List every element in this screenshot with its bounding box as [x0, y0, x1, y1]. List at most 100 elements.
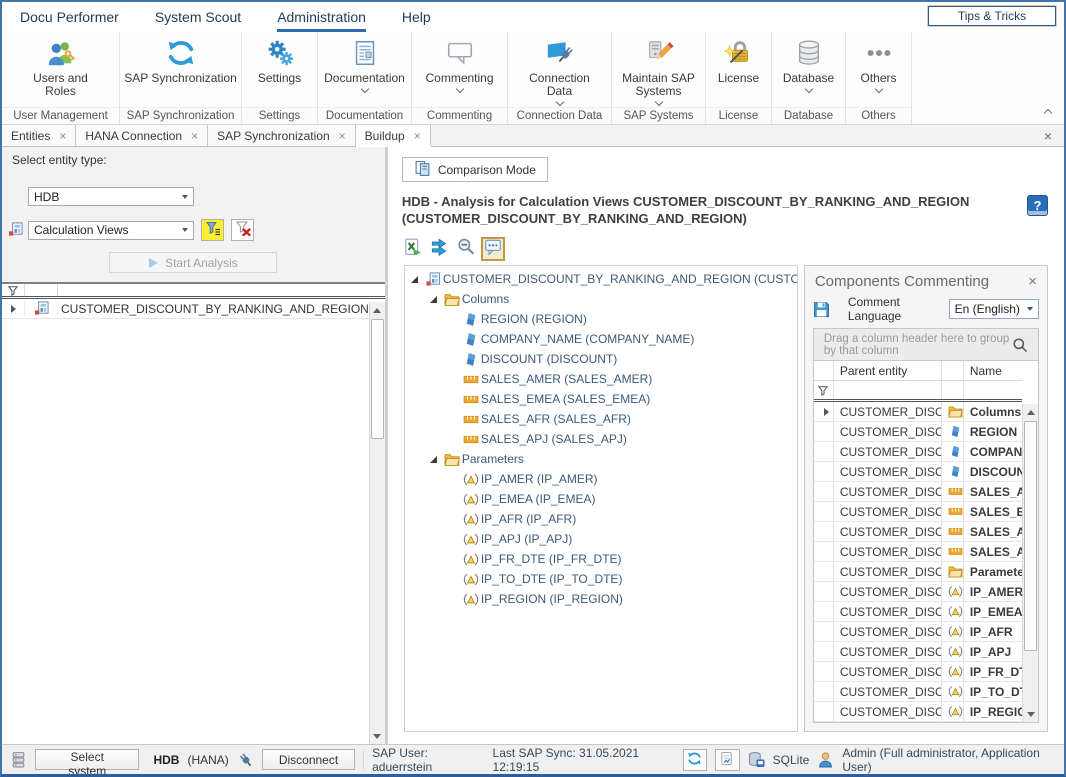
grid-row[interactable]: CUSTOMER_DISCOUNT_BY_RANKING_AND_REGION …: [814, 582, 1022, 602]
row-expand-icon[interactable]: [2, 305, 24, 313]
tree-item[interactable]: IP_AFR (IP_AFR): [405, 509, 797, 529]
tab-close-icon[interactable]: [339, 130, 346, 142]
toolbar-button[interactable]: [481, 237, 505, 261]
grid-row[interactable]: CUSTOMER_DISCOUNT_BY_RANKING_AND_REGION …: [814, 442, 1022, 462]
entity-type-select[interactable]: Calculation Views: [28, 221, 194, 240]
tree-item[interactable]: SALES_AFR (SALES_AFR): [405, 409, 797, 429]
grid-row[interactable]: CUSTOMER_DISCOUNT_BY_RANKING_AND_REGION …: [814, 682, 1022, 702]
expander-icon[interactable]: [411, 276, 424, 283]
entity-type-select-value: Calculation Views: [29, 223, 177, 237]
tab[interactable]: Buildup: [356, 125, 431, 146]
grid-row[interactable]: CUSTOMER_DISCOUNT_BY_RANKING_AND_REGION …: [814, 462, 1022, 482]
ribbon-button[interactable]: Users and Roles: [2, 32, 119, 107]
grid-row[interactable]: CUSTOMER_DISCOUNT_BY_RANKING_AND_REGION …: [814, 402, 1022, 422]
ribbon-button[interactable]: Database: [772, 32, 845, 107]
grid-filter-row[interactable]: [814, 381, 1022, 402]
tab[interactable]: Entities: [2, 125, 76, 146]
scroll-thumb[interactable]: [1024, 421, 1037, 651]
tree-item[interactable]: IP_FR_DTE (IP_FR_DTE): [405, 549, 797, 569]
ribbon-group: Others Others: [846, 32, 912, 124]
disconnect-button[interactable]: Disconnect: [262, 749, 355, 770]
ribbon-button[interactable]: License: [706, 32, 771, 107]
tree-item[interactable]: IP_AMER (IP_AMER): [405, 469, 797, 489]
ribbon-group-caption: Others: [846, 107, 911, 124]
column-header[interactable]: Name: [964, 361, 1039, 380]
column-header[interactable]: Parent entity: [834, 361, 942, 380]
grid-row[interactable]: CUSTOMER_DISCOUNT_BY_RANKING_AND_REGION …: [814, 602, 1022, 622]
tree-item[interactable]: COMPANY_NAME (COMPANY_NAME): [405, 329, 797, 349]
scrollbar[interactable]: [1022, 404, 1038, 722]
grid-row[interactable]: CUSTOMER_DISCOUNT_BY_RANKING_AND_REGION …: [814, 662, 1022, 682]
scroll-down-icon[interactable]: [370, 728, 385, 744]
scroll-up-icon[interactable]: [370, 302, 385, 318]
grid-filter-row[interactable]: [2, 284, 385, 299]
ribbon-button[interactable]: SAP Synchronization: [120, 32, 241, 107]
tree-item[interactable]: IP_TO_DTE (IP_TO_DTE): [405, 569, 797, 589]
scroll-thumb[interactable]: [371, 319, 384, 439]
comment-language-select[interactable]: En (English): [949, 299, 1039, 319]
tree-item[interactable]: IP_APJ (IP_APJ): [405, 529, 797, 549]
tree-item[interactable]: SALES_APJ (SALES_APJ): [405, 429, 797, 449]
toolbar-button[interactable]: [400, 237, 424, 261]
save-comments-button[interactable]: [813, 301, 830, 318]
expander-icon[interactable]: [430, 296, 443, 303]
log-button[interactable]: [715, 749, 739, 771]
help-icon[interactable]: [1027, 195, 1048, 216]
tree-item[interactable]: DISCOUNT (DISCOUNT): [405, 349, 797, 369]
grid-row[interactable]: CUSTOMER_DISCOUNT_BY_RANKING_AND_REGION …: [814, 702, 1022, 722]
scroll-up-icon[interactable]: [1023, 404, 1038, 420]
tree-item[interactable]: SALES_EMEA (SALES_EMEA): [405, 389, 797, 409]
ribbon-button[interactable]: Commenting: [412, 32, 507, 107]
search-icon[interactable]: [1012, 337, 1028, 353]
tree-item[interactable]: Parameters: [405, 449, 797, 469]
scroll-down-icon[interactable]: [1023, 706, 1038, 722]
toolbar-button[interactable]: [427, 237, 451, 261]
expander-icon[interactable]: [430, 456, 443, 463]
grid-row[interactable]: CUSTOMER_DISCOUNT_BY_RANKING_AND_REGION …: [814, 642, 1022, 662]
scrollbar[interactable]: [369, 302, 385, 744]
tree-item[interactable]: IP_REGION (IP_REGION): [405, 589, 797, 609]
grid-row[interactable]: CUSTOMER_DISCOUNT_BY_RANKING_AND_REGION …: [814, 562, 1022, 582]
tab-close-icon[interactable]: [191, 130, 198, 142]
tree-item-label: IP_TO_DTE (IP_TO_DTE): [481, 572, 623, 586]
start-analysis-button[interactable]: Start Analysis: [109, 252, 277, 273]
ribbon-button-label: License: [718, 72, 759, 85]
tree-item[interactable]: Columns: [405, 289, 797, 309]
menu-item[interactable]: Docu Performer: [20, 2, 119, 32]
menu-item[interactable]: Help: [402, 2, 431, 32]
menu-item[interactable]: Administration: [277, 2, 366, 32]
ribbon-button[interactable]: Others: [846, 32, 911, 107]
entity-row[interactable]: CUSTOMER_DISCOUNT_BY_RANKING_AND_REGION: [2, 299, 369, 319]
comparison-mode-button[interactable]: Comparison Mode: [402, 157, 548, 182]
tree-item[interactable]: IP_EMEA (IP_EMEA): [405, 489, 797, 509]
toolbar-button[interactable]: [454, 237, 478, 261]
sync-now-button[interactable]: [683, 749, 707, 771]
tab[interactable]: HANA Connection: [76, 125, 208, 146]
close-icon[interactable]: [1028, 273, 1037, 290]
ribbon-button[interactable]: Settings: [242, 32, 317, 107]
grid-row[interactable]: CUSTOMER_DISCOUNT_BY_RANKING_AND_REGION …: [814, 502, 1022, 522]
group-by-bar[interactable]: Drag a column header here to group by th…: [814, 329, 1038, 361]
grid-row[interactable]: CUSTOMER_DISCOUNT_BY_RANKING_AND_REGION …: [814, 622, 1022, 642]
ribbon-collapse-button[interactable]: [1040, 106, 1056, 122]
ribbon-button[interactable]: Maintain SAP Systems: [612, 32, 705, 107]
tree-item[interactable]: REGION (REGION): [405, 309, 797, 329]
tree-item[interactable]: SALES_AMER (SALES_AMER): [405, 369, 797, 389]
ribbon-button[interactable]: Connection Data: [508, 32, 611, 107]
tips-tricks-button[interactable]: Tips & Tricks: [928, 6, 1056, 26]
clear-filter-button[interactable]: [231, 219, 254, 241]
menu-item[interactable]: System Scout: [155, 2, 241, 32]
grid-row[interactable]: CUSTOMER_DISCOUNT_BY_RANKING_AND_REGION …: [814, 482, 1022, 502]
select-system-button[interactable]: Select system: [35, 749, 139, 770]
grid-row[interactable]: CUSTOMER_DISCOUNT_BY_RANKING_AND_REGION …: [814, 522, 1022, 542]
tree-item[interactable]: CUSTOMER_DISCOUNT_BY_RANKING_AND_REGION …: [405, 269, 797, 289]
system-select[interactable]: HDB: [28, 187, 194, 206]
grid-row[interactable]: CUSTOMER_DISCOUNT_BY_RANKING_AND_REGION …: [814, 422, 1022, 442]
ribbon-button[interactable]: Documentation: [318, 32, 411, 107]
tab-close-icon[interactable]: [59, 130, 66, 142]
tab[interactable]: SAP Synchronization: [208, 125, 356, 146]
tabstrip-close-icon[interactable]: [1044, 128, 1064, 144]
filter-button[interactable]: [201, 219, 224, 241]
grid-row[interactable]: CUSTOMER_DISCOUNT_BY_RANKING_AND_REGION …: [814, 542, 1022, 562]
tab-close-icon[interactable]: [414, 130, 421, 142]
